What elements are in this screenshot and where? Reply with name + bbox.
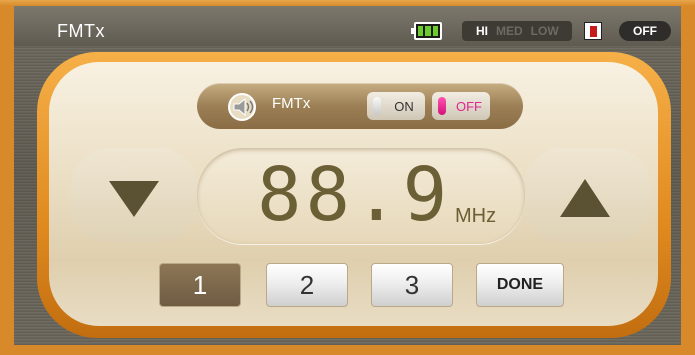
power-level-selector: HI MED LOW — [462, 21, 572, 41]
power-med-option[interactable]: MED — [496, 24, 523, 38]
top-off-button[interactable]: OFF — [619, 21, 671, 41]
fmtx-off-label: OFF — [456, 98, 482, 114]
toggle-knob-icon — [373, 97, 381, 115]
fmtx-on-button[interactable]: ON — [367, 92, 425, 120]
fmtx-label: FMTx — [272, 95, 311, 112]
power-low-option[interactable]: LOW — [531, 24, 559, 38]
fmtx-on-label: ON — [394, 98, 414, 114]
triangle-up-icon — [560, 179, 610, 217]
preset-1-button[interactable]: 1 — [159, 263, 241, 307]
title-bar — [14, 6, 681, 46]
triangle-down-icon — [109, 181, 159, 217]
battery-icon — [411, 22, 442, 40]
frequency-value: 88.9 — [257, 152, 452, 238]
preset-3-button[interactable]: 3 — [371, 263, 453, 307]
frequency-unit: MHz — [455, 205, 497, 227]
preset-2-button[interactable]: 2 — [266, 263, 348, 307]
red-marker-icon[interactable] — [584, 22, 602, 40]
fmtx-off-button[interactable]: OFF — [432, 92, 490, 120]
done-button[interactable]: DONE — [476, 263, 564, 307]
app-title: FMTx — [57, 21, 105, 41]
speaker-icon — [228, 93, 256, 121]
toggle-knob-icon — [438, 97, 446, 115]
power-hi-option[interactable]: HI — [476, 24, 488, 38]
